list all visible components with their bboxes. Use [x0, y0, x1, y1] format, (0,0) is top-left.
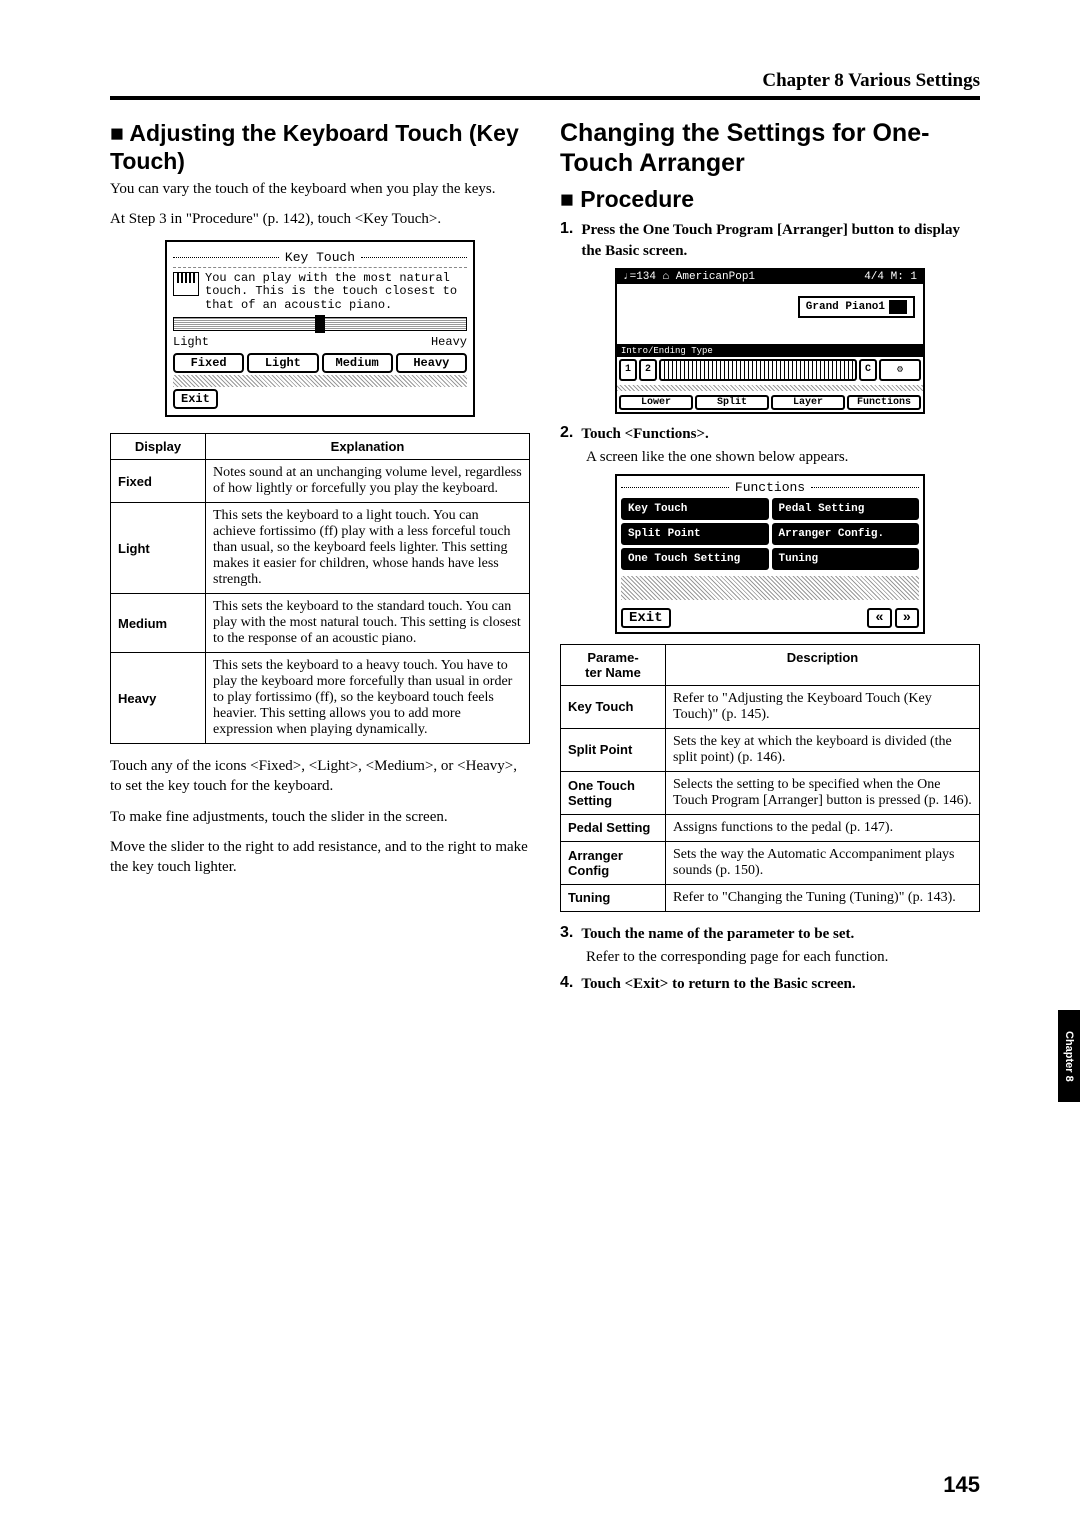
func-pedal-setting-button[interactable]: Pedal Setting: [772, 498, 920, 520]
light-button[interactable]: Light: [247, 353, 318, 373]
medium-button[interactable]: Medium: [322, 353, 393, 373]
chapter-header: Chapter 8 Various Settings: [110, 70, 980, 92]
step-4-text: Touch <Exit> to return to the Basic scre…: [581, 974, 980, 995]
left-intro: You can vary the touch of the keyboard w…: [110, 179, 530, 199]
row-onetouch-text: Selects the setting to be specified when…: [666, 771, 980, 814]
step-3-text: Touch the name of the parameter to be se…: [581, 924, 980, 945]
keyboard-icon: [173, 272, 199, 296]
row-medium-text: This sets the keyboard to the standard t…: [206, 594, 530, 653]
slider-left-label: Light: [173, 335, 209, 349]
step-4-num: 4.: [560, 974, 573, 995]
functions-title: Functions: [735, 480, 805, 495]
lcd-basic-screen: ♩=134 ⌂ AmericanPop1 4/4 M: 1 Grand Pian…: [615, 268, 925, 414]
row-splitpoint-text: Sets the key at which the keyboard is di…: [666, 728, 980, 771]
step-3-num: 3.: [560, 924, 573, 945]
row-heavy-label: Heavy: [111, 653, 206, 744]
key-touch-table: Display Explanation Fixed Notes sound at…: [110, 433, 530, 744]
row-heavy-text: This sets the keyboard to a heavy touch.…: [206, 653, 530, 744]
prev-arrow-button[interactable]: «: [867, 608, 891, 628]
header-rule: [110, 96, 980, 100]
fixed-button[interactable]: Fixed: [173, 353, 244, 373]
tone-label: Grand Piano1: [806, 301, 885, 313]
intro-ending-label: Intro/Ending Type: [617, 345, 923, 357]
piano-icon: [889, 300, 907, 314]
next-arrow-button[interactable]: »: [895, 608, 919, 628]
th-explanation: Explanation: [206, 434, 530, 460]
func-arranger-config-button[interactable]: Arranger Config.: [772, 523, 920, 545]
left-step-ref: At Step 3 in "Procedure" (p. 142), touch…: [110, 209, 530, 229]
left-column: ■ Adjusting the Keyboard Touch (Key Touc…: [110, 114, 530, 999]
step-2-text: Touch <Functions>.: [581, 424, 980, 445]
row-tuning-text: Refer to "Changing the Tuning (Tuning)" …: [666, 884, 980, 911]
chord-c-label: C: [859, 359, 877, 381]
row-onetouch-label: One Touch Setting: [561, 771, 666, 814]
layer-button[interactable]: Layer: [771, 395, 845, 410]
slider-thumb-icon: [315, 315, 325, 333]
lcd-key-touch: Key Touch You can play with the most nat…: [165, 240, 475, 417]
func-key-touch-button[interactable]: Key Touch: [621, 498, 769, 520]
th-param: Parame- ter Name: [561, 644, 666, 685]
th-desc: Description: [666, 644, 980, 685]
right-heading-big: Changing the Settings for One-Touch Arra…: [560, 118, 980, 178]
func-tuning-button[interactable]: Tuning: [772, 548, 920, 570]
left-after-1: Touch any of the icons <Fixed>, <Light>,…: [110, 756, 530, 797]
row-pedal-label: Pedal Setting: [561, 814, 666, 841]
row-pedal-text: Assigns functions to the pedal (p. 147).: [666, 814, 980, 841]
func-one-touch-button[interactable]: One Touch Setting: [621, 548, 769, 570]
intro-type-2-button[interactable]: 2: [639, 359, 657, 381]
row-tuning-label: Tuning: [561, 884, 666, 911]
row-light-label: Light: [111, 503, 206, 594]
th-display: Display: [111, 434, 206, 460]
left-after-2: To make fine adjustments, touch the slid…: [110, 807, 530, 827]
right-column: Changing the Settings for One-Touch Arra…: [560, 114, 980, 999]
functions-button[interactable]: Functions: [847, 395, 921, 410]
row-fixed-text: Notes sound at an unchanging volume leve…: [206, 460, 530, 503]
func-exit-button[interactable]: Exit: [621, 608, 671, 628]
lcd-functions-screen: Functions Key Touch Pedal Setting Split …: [615, 474, 925, 634]
lower-button[interactable]: Lower: [619, 395, 693, 410]
row-medium-label: Medium: [111, 594, 206, 653]
lcd-title: Key Touch: [285, 250, 355, 265]
func-split-point-button[interactable]: Split Point: [621, 523, 769, 545]
intro-type-1-button[interactable]: 1: [619, 359, 637, 381]
row-keytouch-label: Key Touch: [561, 685, 666, 728]
row-light-text: This sets the keyboard to a light touch.…: [206, 503, 530, 594]
tone-button[interactable]: Grand Piano1: [798, 296, 915, 318]
keyboard-mini-icon: [659, 359, 857, 381]
basic-top-left: ♩=134 ⌂ AmericanPop1: [623, 271, 755, 283]
row-arranger-text: Sets the way the Automatic Accompaniment…: [666, 841, 980, 884]
step-1-text: Press the One Touch Program [Arranger] b…: [581, 220, 980, 262]
row-splitpoint-label: Split Point: [561, 728, 666, 771]
split-button[interactable]: Split: [695, 395, 769, 410]
left-heading: ■ Adjusting the Keyboard Touch (Key Touc…: [110, 120, 530, 175]
lcd-desc-text: You can play with the most natural touch…: [205, 272, 467, 313]
functions-table: Parame- ter Name Description Key Touch R…: [560, 644, 980, 912]
step-3-sub: Refer to the corresponding page for each…: [586, 949, 980, 966]
page-number: 145: [943, 1472, 980, 1498]
side-tab: Chapter 8: [1058, 1010, 1080, 1102]
step-2-sub: A screen like the one shown below appear…: [586, 449, 980, 466]
basic-top-right: 4/4 M: 1: [864, 271, 917, 283]
row-arranger-label: Arranger Config: [561, 841, 666, 884]
row-fixed-label: Fixed: [111, 460, 206, 503]
touch-slider[interactable]: [173, 317, 467, 331]
step-2-num: 2.: [560, 424, 573, 445]
heavy-button[interactable]: Heavy: [396, 353, 467, 373]
exit-button[interactable]: Exit: [173, 389, 218, 409]
step-1-num: 1.: [560, 220, 573, 262]
slider-right-label: Heavy: [431, 335, 467, 349]
settings-icon-button[interactable]: ⚙: [879, 359, 921, 381]
left-after-3: Move the slider to the right to add resi…: [110, 837, 530, 878]
row-keytouch-text: Refer to "Adjusting the Keyboard Touch (…: [666, 685, 980, 728]
right-heading-sub: ■ Procedure: [560, 186, 980, 214]
